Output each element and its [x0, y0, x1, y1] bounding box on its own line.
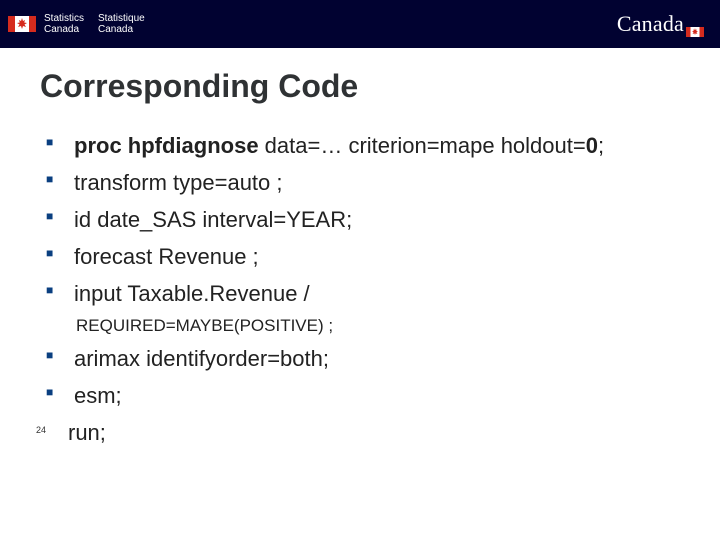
bullet-1: proc hpfdiagnose data=… criterion=mape h…: [46, 131, 680, 160]
statcan-fr-1: Statistique: [98, 13, 145, 24]
page-number: 24: [36, 424, 46, 436]
bullet-1-zero: 0: [586, 133, 598, 158]
slide-title: Corresponding Code: [40, 68, 680, 105]
statcan-logo-block: Statistics Canada Statistique Canada: [8, 13, 145, 35]
bullet-6: arimax identifyorder=both;: [46, 344, 680, 373]
bullet-5: input Taxable.Revenue /: [46, 279, 680, 308]
bullet-3: id date_SAS interval=YEAR;: [46, 205, 680, 234]
statcan-en-2: Canada: [44, 24, 84, 35]
bullet-2: transform type=auto ;: [46, 168, 680, 197]
slide-body: Corresponding Code proc hpfdiagnose data…: [0, 48, 720, 448]
wordmark-flag-icon: [686, 27, 704, 37]
statcan-fr-2: Canada: [98, 24, 145, 35]
bullet-1-args: data=… criterion=mape holdout=: [259, 133, 586, 158]
bullet-5-sub: REQUIRED=MAYBE(POSITIVE) ;: [76, 316, 680, 336]
statcan-en-1: Statistics: [44, 13, 84, 24]
bullet-8-text: run;: [68, 420, 106, 445]
header-bar: Statistics Canada Statistique Canada Can…: [0, 0, 720, 48]
canada-wordmark: Canada: [617, 11, 704, 37]
bullet-4: forecast Revenue ;: [46, 242, 680, 271]
bullet-8: 24 run;: [40, 418, 680, 448]
bullet-7: esm;: [46, 381, 680, 410]
canada-flag-icon: [8, 16, 36, 32]
statcan-text: Statistics Canada Statistique Canada: [44, 13, 145, 35]
bullet-list: proc hpfdiagnose data=… criterion=mape h…: [40, 131, 680, 308]
wordmark-text: Canada: [617, 11, 684, 37]
bullet-list-2: arimax identifyorder=both; esm;: [40, 344, 680, 410]
slide: Statistics Canada Statistique Canada Can…: [0, 0, 720, 540]
bullet-1-proc: proc hpfdiagnose: [74, 133, 259, 158]
bullet-1-semi: ;: [598, 133, 604, 158]
